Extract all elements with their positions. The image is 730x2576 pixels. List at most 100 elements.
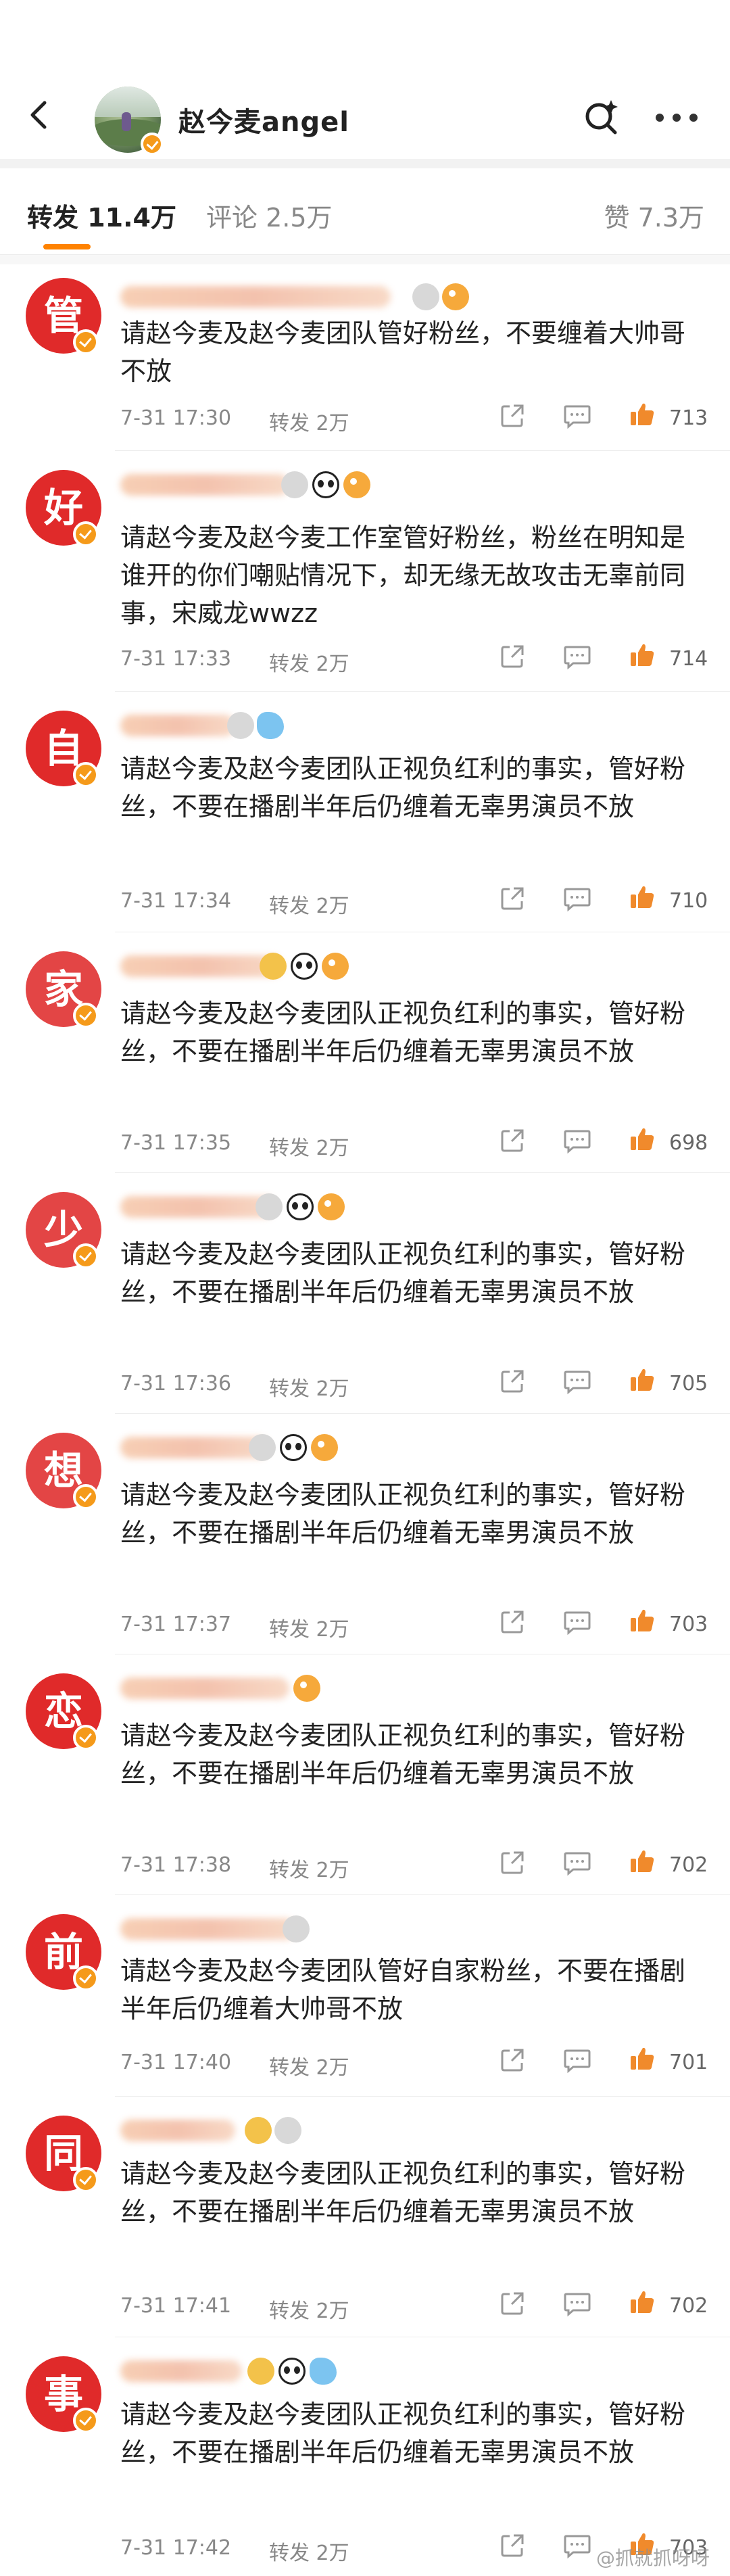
username-blurred[interactable]	[120, 1677, 289, 1699]
forward-count: 转发 2万	[269, 2542, 349, 2565]
repost-text: 请赵今麦及赵今麦团队正视负红利的事实，管好粉丝，不要在播剧半年后仍缠着无辜男演员…	[120, 999, 686, 1066]
fish-emoji-icon	[322, 953, 349, 980]
like-count: 702	[669, 1853, 708, 1877]
share-icon[interactable]	[499, 2047, 526, 2074]
more-button[interactable]	[653, 107, 700, 127]
verified-badge-icon	[141, 133, 164, 156]
repost-item[interactable]: 前 请赵今麦及赵今麦团队管好自家粉丝，不要在播剧半年后仍缠着大帅哥不放 7-31…	[0, 1895, 730, 2097]
thumbs-up-icon[interactable]	[629, 1366, 656, 1393]
username-blurred[interactable]	[120, 2120, 235, 2141]
repost-text: 请赵今麦及赵今麦团队管好自家粉丝，不要在播剧半年后仍缠着大帅哥不放	[120, 1956, 686, 2024]
username-blurred[interactable]	[120, 1918, 296, 1940]
emoji-icon	[412, 283, 439, 310]
thumbs-up-icon[interactable]	[629, 1607, 656, 1634]
back-button[interactable]	[19, 95, 59, 135]
share-icon[interactable]	[499, 1849, 526, 1876]
tab-reposts[interactable]: 转发 11.4万	[27, 197, 176, 234]
comment-icon[interactable]	[562, 1127, 592, 1154]
repost-text: 请赵今麦及赵今麦团队正视负红利的事实，管好粉丝，不要在播剧半年后仍缠着无辜男演员…	[120, 2400, 686, 2467]
emoji-icon	[256, 1193, 283, 1220]
like-count: 714	[669, 647, 708, 671]
panda-emoji-icon	[278, 2358, 306, 2385]
repost-item[interactable]: 同 请赵今麦及赵今麦团队正视负红利的事实，管好粉丝，不要在播剧半年后仍缠着无辜男…	[0, 2097, 730, 2337]
comment-icon[interactable]	[562, 643, 592, 670]
tab-comments[interactable]: 评论 2.5万	[206, 197, 333, 234]
share-icon[interactable]	[499, 885, 526, 912]
thumbs-up-icon[interactable]	[629, 642, 656, 669]
verified-badge-icon	[73, 2408, 99, 2433]
share-icon[interactable]	[499, 1608, 526, 1636]
emoji-icon	[281, 471, 308, 498]
search-button[interactable]	[581, 96, 622, 137]
repost-item[interactable]: 事 请赵今麦及赵今麦团队正视负红利的事实，管好粉丝，不要在播剧半年后仍缠着无辜男…	[0, 2337, 730, 2576]
comment-icon[interactable]	[562, 1849, 592, 1876]
share-icon[interactable]	[499, 1127, 526, 1154]
share-icon[interactable]	[499, 2532, 526, 2559]
comment-icon[interactable]	[562, 2532, 592, 2559]
repost-item[interactable]: 少 请赵今麦及赵今麦团队正视负红利的事实，管好粉丝，不要在播剧半年后仍缠着无辜男…	[0, 1173, 730, 1414]
username-blurred[interactable]	[120, 715, 235, 736]
forward-count: 转发 2万	[269, 1137, 349, 1160]
verified-badge-icon	[73, 1243, 99, 1269]
share-icon[interactable]	[499, 2290, 526, 2317]
thumbs-up-icon[interactable]	[629, 1126, 656, 1153]
comment-icon[interactable]	[562, 402, 592, 429]
thumbs-up-icon[interactable]	[629, 2045, 656, 2072]
forward-count: 转发 2万	[269, 1618, 349, 1642]
repost-item[interactable]: 想 请赵今麦及赵今麦团队正视负红利的事实，管好粉丝，不要在播剧半年后仍缠着无辜男…	[0, 1414, 730, 1654]
divider	[0, 255, 730, 264]
repost-item[interactable]: 管 请赵今麦及赵今麦团队管好粉丝，不要缠着大帅哥不放 7-31 17:30 转发…	[0, 264, 730, 451]
comment-icon[interactable]	[562, 1368, 592, 1395]
dot-icon	[656, 114, 664, 122]
repost-item[interactable]: 恋 请赵今麦及赵今麦团队正视负红利的事实，管好粉丝，不要在播剧半年后仍缠着无辜男…	[0, 1654, 730, 1895]
username-blurred[interactable]	[120, 2360, 242, 2382]
forward-count: 转发 2万	[269, 412, 349, 435]
verified-badge-icon	[73, 1484, 99, 1510]
verified-badge-icon	[73, 329, 99, 355]
like-count: 698	[669, 1131, 708, 1155]
panda-emoji-icon	[291, 953, 318, 980]
account-name[interactable]: 赵今麦angel	[178, 100, 349, 139]
timestamp: 7-31 17:35	[120, 1131, 232, 1155]
share-icon[interactable]	[499, 1368, 526, 1395]
repost-text: 请赵今麦及赵今麦团队正视负红利的事实，管好粉丝，不要在播剧半年后仍缠着无辜男演员…	[120, 1239, 686, 1307]
dot-icon	[689, 114, 698, 122]
share-icon[interactable]	[499, 402, 526, 429]
repost-item[interactable]: 好 请赵今麦及赵今麦工作室管好粉丝，粉丝在明知是谁开的你们嘲贴情况下，却无缘无故…	[0, 451, 730, 692]
timestamp: 7-31 17:37	[120, 1613, 232, 1636]
panda-emoji-icon	[312, 471, 339, 498]
username-blurred[interactable]	[120, 1196, 276, 1218]
repost-item[interactable]: 家 请赵今麦及赵今麦团队正视负红利的事实，管好粉丝，不要在播剧半年后仍缠着无辜男…	[0, 932, 730, 1173]
thumbs-up-icon[interactable]	[629, 884, 656, 911]
dot-icon	[673, 114, 681, 122]
fish-emoji-icon	[318, 1193, 345, 1220]
username-blurred[interactable]	[120, 955, 283, 977]
timestamp: 7-31 17:41	[120, 2294, 232, 2318]
username-blurred[interactable]	[120, 286, 391, 308]
thumbs-up-icon[interactable]	[629, 401, 656, 428]
active-tab-indicator	[43, 244, 91, 249]
like-count: 702	[669, 2294, 708, 2318]
top-bar: 赵今麦angel	[0, 0, 730, 159]
comment-icon[interactable]	[562, 2047, 592, 2074]
emoji-icon	[310, 2358, 337, 2385]
repost-text: 请赵今麦及赵今麦团队正视负红利的事实，管好粉丝，不要在播剧半年后仍缠着无辜男演员…	[120, 1721, 686, 1788]
verified-badge-icon	[73, 1965, 99, 1991]
tab-likes[interactable]: 赞 7.3万	[604, 197, 704, 234]
share-icon[interactable]	[499, 643, 526, 670]
divider	[0, 159, 730, 168]
repost-item[interactable]: 自 请赵今麦及赵今麦团队正视负红利的事实，管好粉丝，不要在播剧半年后仍缠着无辜男…	[0, 692, 730, 932]
watermark: @抓就抓呀呀	[595, 2547, 710, 2569]
username-blurred[interactable]	[120, 1437, 269, 1458]
verified-badge-icon	[73, 1725, 99, 1750]
forward-count: 转发 2万	[269, 1859, 349, 1882]
comment-icon[interactable]	[562, 2290, 592, 2317]
emoji-icon	[249, 1434, 276, 1461]
emoji-icon	[260, 953, 287, 980]
comment-icon[interactable]	[562, 1608, 592, 1636]
comment-icon[interactable]	[562, 885, 592, 912]
username-blurred[interactable]	[120, 474, 289, 496]
timestamp: 7-31 17:42	[120, 2536, 232, 2560]
thumbs-up-icon[interactable]	[629, 2289, 656, 2316]
thumbs-up-icon[interactable]	[629, 1848, 656, 1875]
